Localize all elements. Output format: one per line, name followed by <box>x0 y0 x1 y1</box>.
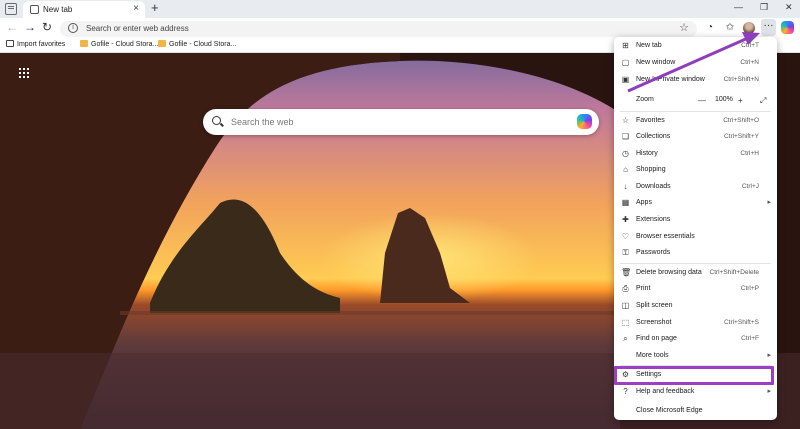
menu-item-more-tools[interactable]: More tools ▸ <box>614 348 777 364</box>
find-icon: ⌕ <box>623 334 628 343</box>
menu-item-print[interactable]: ⎙ Print Ctrl+P <box>614 281 777 297</box>
address-placeholder: Search or enter web address <box>86 24 189 33</box>
minimize-icon[interactable]: — <box>734 2 743 12</box>
chevron-right-icon: ▸ <box>767 199 771 206</box>
menu-item-new-window[interactable]: ▢ New window Ctrl+N <box>614 55 777 71</box>
new-tab-button[interactable]: + <box>151 0 159 15</box>
menu-item-shopping[interactable]: ⌂ Shopping <box>614 162 777 178</box>
gofile-icon <box>80 40 88 47</box>
close-tab-icon[interactable]: × <box>133 3 139 14</box>
inprivate-icon: ▣ <box>621 75 630 84</box>
profile-avatar[interactable] <box>743 22 755 34</box>
apps-icon: ▦ <box>621 198 630 207</box>
refresh-icon[interactable]: ↻ <box>42 20 52 34</box>
tab-new-tab[interactable]: New tab × <box>23 1 145 18</box>
back-icon[interactable]: ← <box>6 20 18 34</box>
help-icon: ? <box>623 387 628 396</box>
favorites-bar-item[interactable]: Gofile - Cloud Stora... <box>158 40 236 48</box>
settings-and-more-button[interactable]: ··· <box>761 19 776 36</box>
browser-essentials-toolbar-icon[interactable]: ◔ <box>703 21 717 35</box>
collections-icon: ❏ <box>621 132 630 141</box>
tab-actions-icon[interactable] <box>5 3 17 15</box>
gofile-icon <box>158 40 166 47</box>
toolbar: ← → ↻ i Search or enter web address ☆ ◔ … <box>0 18 800 38</box>
zoom-out-button[interactable]: — <box>698 96 706 105</box>
menu-item-history[interactable]: ◷ History Ctrl+H <box>614 146 777 162</box>
fullscreen-icon[interactable]: ⤢ <box>760 96 766 106</box>
address-bar[interactable]: i Search or enter web address ☆ <box>60 21 697 37</box>
settings-and-more-menu: ⊞ New tab Ctrl+T ▢ New window Ctrl+N ▣ N… <box>614 37 777 420</box>
print-icon: ⎙ <box>622 284 629 293</box>
menu-divider <box>620 263 771 264</box>
chevron-right-icon: ▸ <box>767 352 771 359</box>
menu-item-delete-browsing-data[interactable]: 🗑 Delete browsing data Ctrl+Shift+Delete <box>614 265 777 281</box>
menu-item-close-microsoft-edge[interactable]: Close Microsoft Edge <box>614 403 777 419</box>
zoom-in-button[interactable]: + <box>738 96 743 105</box>
favorites-bar-item[interactable]: Gofile - Cloud Stora... <box>80 40 158 48</box>
restore-icon[interactable]: ❐ <box>760 2 768 13</box>
menu-item-help-and-feedback[interactable]: ? Help and feedback ▸ <box>614 384 777 400</box>
title-bar: New tab × + — ❐ ✕ <box>0 0 800 18</box>
menu-item-favorites[interactable]: ☆ Favorites Ctrl+Shift+O <box>614 113 777 129</box>
favorites-icon: ☆ <box>621 116 630 125</box>
settings-highlight-box <box>614 366 774 385</box>
menu-item-extensions[interactable]: ✚ Extensions <box>614 212 777 228</box>
new-tab-icon: ⊞ <box>622 41 629 50</box>
screenshot-icon: ⬚ <box>621 318 630 327</box>
history-icon: ◷ <box>622 149 629 158</box>
favorites-bar-item[interactable]: Import favorites <box>6 40 65 48</box>
delete-icon: 🗑 <box>621 268 632 277</box>
menu-item-apps[interactable]: ▦ Apps ▸ <box>614 195 777 211</box>
zoom-level: 100% <box>715 96 733 103</box>
extensions-icon: ✚ <box>622 215 629 224</box>
menu-item-browser-essentials[interactable]: ♡ Browser essentials <box>614 229 777 245</box>
menu-item-zoom: Zoom — 100% + ⤢ <box>636 96 767 106</box>
menu-divider <box>620 111 771 112</box>
copilot-icon[interactable] <box>781 21 794 34</box>
menu-item-find-on-page[interactable]: ⌕ Find on page Ctrl+F <box>614 331 777 347</box>
folder-icon <box>6 40 14 47</box>
menu-item-split-screen[interactable]: ◫ Split screen <box>614 298 777 314</box>
passwords-icon: ⚿ <box>622 248 629 257</box>
shopping-icon: ⌂ <box>623 165 628 174</box>
new-tab-page-icon <box>30 5 39 14</box>
menu-item-new-tab[interactable]: ⊞ New tab Ctrl+T <box>614 38 777 54</box>
search-icon <box>212 116 221 125</box>
favorites-toolbar-icon[interactable]: ✩ <box>723 21 737 35</box>
close-window-icon[interactable]: ✕ <box>785 2 793 13</box>
chevron-right-icon: ▸ <box>767 388 771 395</box>
menu-item-passwords[interactable]: ⚿ Passwords <box>614 245 777 261</box>
menu-item-downloads[interactable]: ↓ Downloads Ctrl+J <box>614 179 777 195</box>
forward-icon[interactable]: → <box>24 20 36 34</box>
new-window-icon: ▢ <box>621 58 630 67</box>
site-info-icon[interactable]: i <box>68 23 78 33</box>
split-screen-icon: ◫ <box>621 301 630 310</box>
downloads-icon: ↓ <box>623 182 628 191</box>
menu-item-new-inprivate-window[interactable]: ▣ New InPrivate window Ctrl+Shift+N <box>614 72 777 88</box>
favorite-star-icon[interactable]: ☆ <box>679 21 689 34</box>
tab-title: New tab <box>43 5 73 14</box>
web-search-box[interactable]: Search the web <box>203 109 599 135</box>
copilot-search-icon[interactable] <box>577 114 592 129</box>
menu-item-collections[interactable]: ❏ Collections Ctrl+Shift+Y <box>614 129 777 145</box>
browser-essentials-icon: ♡ <box>621 232 630 241</box>
menu-item-screenshot[interactable]: ⬚ Screenshot Ctrl+Shift+S <box>614 315 777 331</box>
search-placeholder: Search the web <box>231 117 294 127</box>
apps-launcher-icon[interactable] <box>19 68 30 79</box>
